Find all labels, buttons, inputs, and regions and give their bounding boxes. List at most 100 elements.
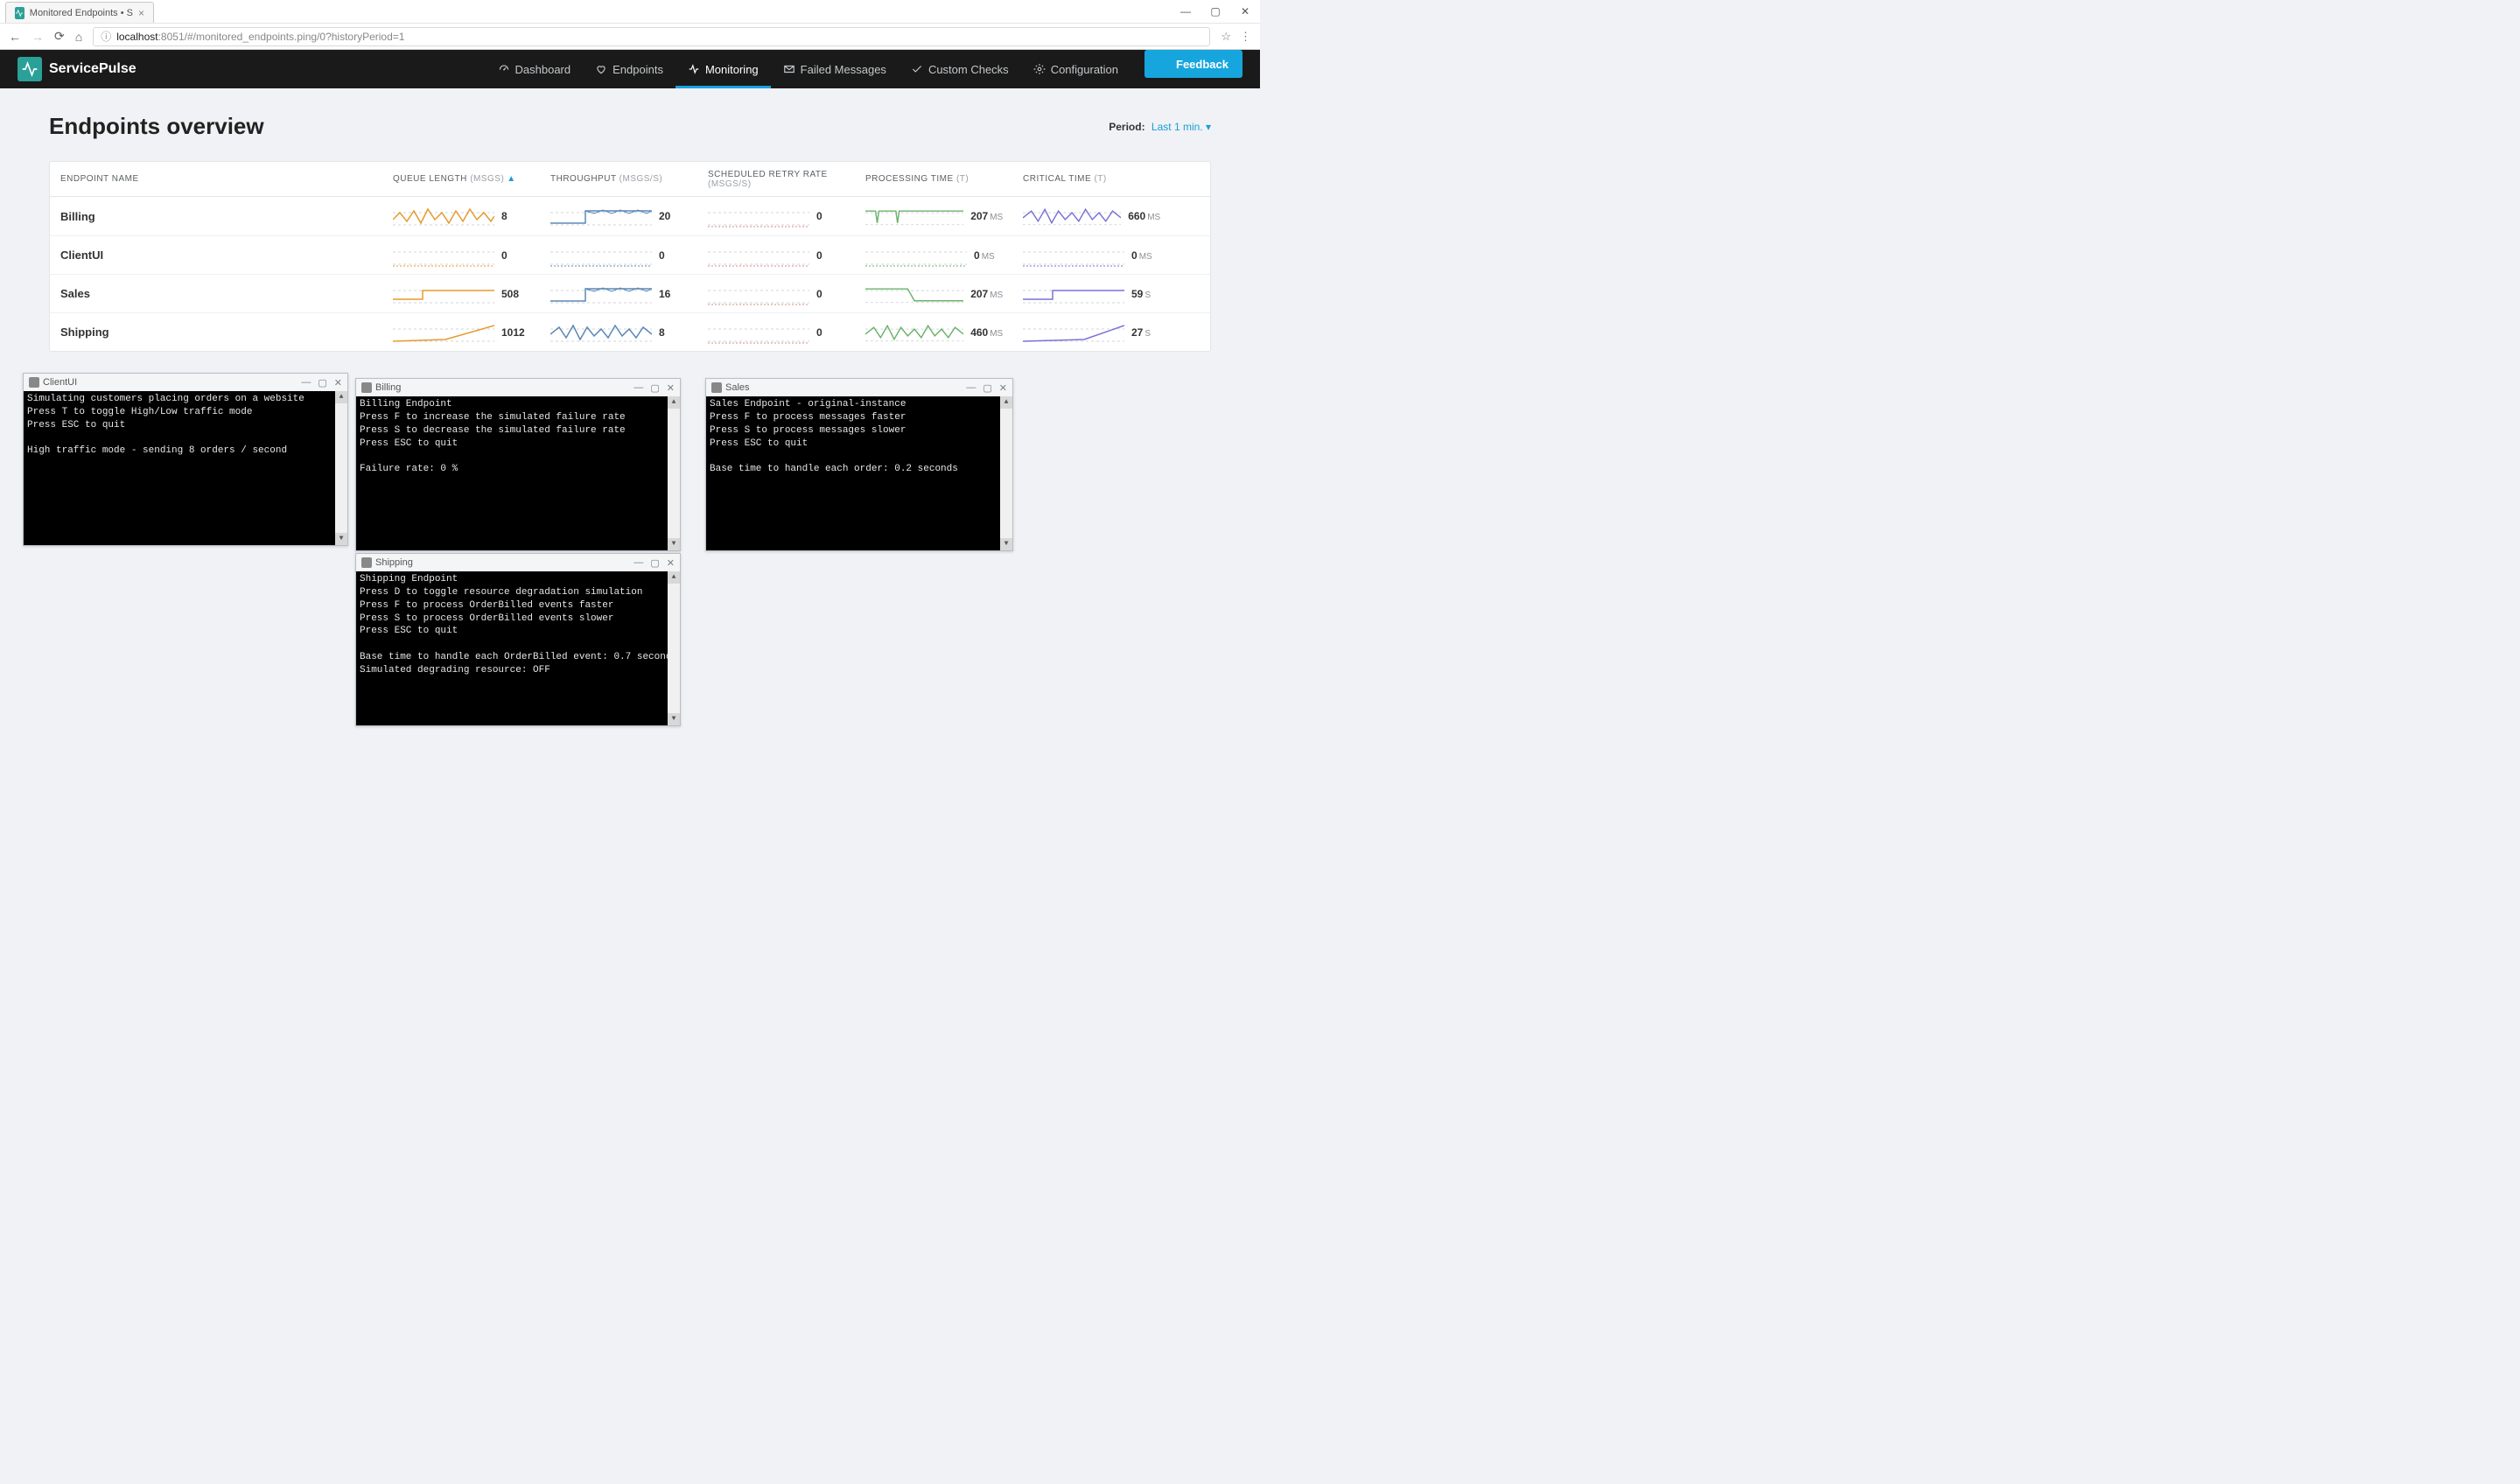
scroll-up-icon[interactable]: ▲	[668, 571, 680, 584]
sort-asc-icon: ▲	[507, 174, 515, 184]
table-row[interactable]: ClientUI 0 0 0 0MS 0MS	[50, 235, 1210, 274]
retry-cell: 0	[697, 243, 855, 268]
th-ptime[interactable]: PROCESSING TIME (T)	[855, 174, 1012, 184]
home-button[interactable]: ⌂	[75, 30, 82, 44]
ptime-value: 0MS	[974, 249, 998, 262]
main-nav: Dashboard Endpoints Monitoring Failed Me…	[486, 50, 1242, 88]
scroll-down-icon[interactable]: ▼	[668, 538, 680, 550]
table-row[interactable]: Sales 508 16 0 207MS 59S	[50, 274, 1210, 312]
console-area: ClientUI —▢✕ Simulating customers placin…	[49, 368, 1211, 744]
console-body: Simulating customers placing orders on a…	[24, 391, 347, 545]
th-queue[interactable]: QUEUE LENGTH (MSGS)▲	[382, 174, 540, 184]
console-titlebar[interactable]: Billing — ▢ ✕	[356, 379, 680, 396]
dashboard-icon	[498, 63, 510, 75]
scrollbar[interactable]	[335, 391, 347, 545]
ctime-value: 59S	[1131, 288, 1156, 300]
ptime-value: 207MS	[970, 210, 1002, 222]
url-text: localhost:8051/#/monitored_endpoints.pin…	[116, 31, 404, 43]
console-titlebar[interactable]: Sales —▢✕	[706, 379, 1012, 396]
browser-tab[interactable]: Monitored Endpoints • S ×	[5, 2, 154, 23]
ptime-cell: 207MS	[855, 204, 1012, 228]
console-title: Billing	[375, 382, 401, 393]
th-name[interactable]: ENDPOINT NAME	[50, 174, 382, 184]
envelope-icon	[783, 63, 795, 75]
scroll-up-icon[interactable]: ▲	[335, 391, 347, 403]
scroll-down-icon[interactable]: ▼	[335, 533, 347, 545]
feedback-button[interactable]: Feedback	[1144, 50, 1242, 78]
url-field[interactable]: ⓘ localhost:8051/#/monitored_endpoints.p…	[93, 27, 1210, 46]
throughput-value: 8	[659, 326, 683, 339]
period-selector[interactable]: Period: Last 1 min. ▾	[1109, 121, 1211, 133]
close-button[interactable]: ✕	[667, 557, 675, 569]
reload-button[interactable]: ⟳	[54, 29, 65, 44]
maximize-button[interactable]: ▢	[983, 382, 991, 394]
maximize-button[interactable]: ▢	[318, 377, 326, 388]
console-sales[interactable]: Sales —▢✕ Sales Endpoint - original-inst…	[705, 378, 1013, 551]
scrollbar[interactable]	[668, 571, 680, 725]
retry-value: 0	[816, 210, 841, 222]
tab-close-icon[interactable]: ×	[138, 7, 144, 19]
console-titlebar[interactable]: Shipping —▢✕	[356, 554, 680, 571]
scrollbar[interactable]	[1000, 396, 1012, 550]
throughput-value: 16	[659, 288, 683, 300]
back-button[interactable]: ←	[9, 30, 21, 44]
scroll-down-icon[interactable]: ▼	[668, 713, 680, 725]
minimize-button[interactable]: —	[966, 382, 976, 394]
speech-bubble-icon	[1158, 58, 1171, 70]
app-header: ServicePulse Dashboard Endpoints Monitor…	[0, 50, 1260, 88]
nav-failed[interactable]: Failed Messages	[771, 50, 899, 88]
queue-cell: 0	[382, 243, 540, 268]
th-ctime[interactable]: CRITICAL TIME (T)	[1012, 174, 1170, 184]
ptime-cell: 0MS	[855, 243, 1012, 268]
console-icon	[29, 377, 39, 388]
console-shipping[interactable]: Shipping —▢✕ Shipping Endpoint Press D t…	[355, 553, 681, 726]
close-button[interactable]: ✕	[1230, 5, 1260, 18]
forward-button[interactable]: →	[32, 30, 44, 44]
queue-cell: 508	[382, 282, 540, 306]
table-row[interactable]: Shipping 1012 8 0 460MS 27S	[50, 312, 1210, 351]
menu-icon[interactable]: ⋮	[1240, 30, 1251, 44]
minimize-button[interactable]: —	[301, 377, 311, 388]
maximize-button[interactable]: ▢	[1200, 5, 1230, 18]
ctime-cell: 59S	[1012, 282, 1170, 306]
tab-strip: Monitored Endpoints • S × — ▢ ✕	[0, 0, 1260, 23]
address-bar: ← → ⟳ ⌂ ⓘ localhost:8051/#/monitored_end…	[0, 23, 1260, 49]
scroll-up-icon[interactable]: ▲	[668, 396, 680, 409]
throughput-cell: 0	[540, 243, 697, 268]
th-retry[interactable]: SCHEDULED RETRY RATE (MSGS/S)	[697, 170, 855, 189]
maximize-button[interactable]: ▢	[650, 382, 659, 394]
nav-dashboard[interactable]: Dashboard	[486, 50, 584, 88]
queue-cell: 8	[382, 204, 540, 228]
brand[interactable]: ServicePulse	[18, 57, 136, 81]
nav-icons: ← → ⟳ ⌂	[9, 29, 82, 44]
page-head: Endpoints overview Period: Last 1 min. ▾	[49, 113, 1211, 140]
scroll-up-icon[interactable]: ▲	[1000, 396, 1012, 409]
queue-value: 508	[501, 288, 526, 300]
minimize-button[interactable]: —	[1171, 5, 1200, 18]
close-button[interactable]: ✕	[334, 377, 342, 388]
browser-tab-title: Monitored Endpoints • S	[30, 8, 133, 18]
nav-monitoring[interactable]: Monitoring	[676, 50, 771, 88]
console-titlebar[interactable]: ClientUI —▢✕	[24, 374, 347, 391]
maximize-button[interactable]: ▢	[650, 557, 659, 569]
nav-config[interactable]: Configuration	[1021, 50, 1130, 88]
ptime-value: 207MS	[970, 288, 1002, 300]
nav-endpoints[interactable]: Endpoints	[583, 50, 676, 88]
close-button[interactable]: ✕	[667, 382, 675, 394]
nav-custom[interactable]: Custom Checks	[899, 50, 1021, 88]
close-button[interactable]: ✕	[999, 382, 1007, 394]
scrollbar[interactable]	[668, 396, 680, 550]
site-info-icon[interactable]: ⓘ	[101, 29, 111, 44]
retry-value: 0	[816, 288, 841, 300]
minimize-button[interactable]: —	[634, 382, 643, 394]
heart-icon	[595, 63, 607, 75]
star-icon[interactable]: ☆	[1221, 30, 1231, 44]
throughput-value: 0	[659, 249, 683, 262]
scroll-down-icon[interactable]: ▼	[1000, 538, 1012, 550]
console-billing[interactable]: Billing —▢✕ Billing Endpoint Press F to …	[355, 378, 681, 551]
console-clientui[interactable]: ClientUI —▢✕ Simulating customers placin…	[23, 373, 348, 546]
table-row[interactable]: Billing 8 20 0 207MS 660MS	[50, 197, 1210, 235]
retry-value: 0	[816, 249, 841, 262]
minimize-button[interactable]: —	[634, 557, 643, 569]
th-throughput[interactable]: THROUGHPUT (MSGS/S)	[540, 174, 697, 184]
